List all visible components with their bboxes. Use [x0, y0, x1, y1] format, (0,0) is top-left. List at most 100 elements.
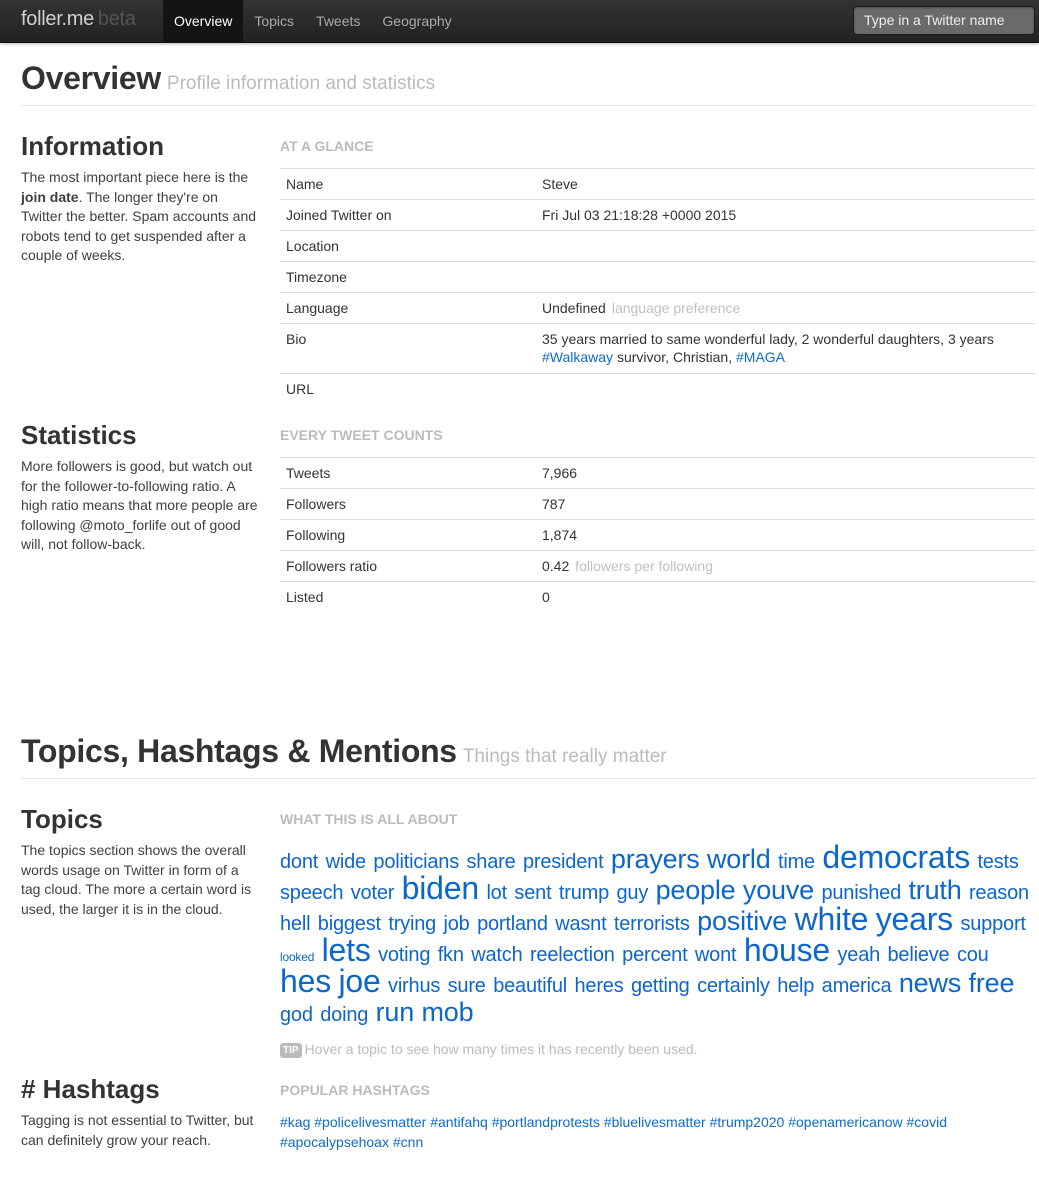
topic-tag-link[interactable]: democrats [822, 839, 970, 875]
brand-logo[interactable]: foller.me beta [21, 8, 136, 31]
topic-tag-link[interactable]: beautiful [493, 975, 567, 997]
topic-tag-link[interactable]: wasnt [555, 913, 606, 935]
topic-tag-link[interactable]: sent [514, 882, 551, 904]
row-value: 787 [536, 488, 1035, 520]
table-row: Listed 0 [280, 581, 1035, 612]
topic-tag-link[interactable]: hell [280, 913, 311, 935]
topic-tag-link[interactable]: doing [320, 1004, 368, 1026]
nav-item-topics[interactable]: Topics [243, 0, 305, 43]
topic-tag-link[interactable]: percent [622, 944, 688, 966]
main-nav: Overview Topics Tweets Geography [163, 0, 463, 43]
table-row: URL [280, 373, 1035, 404]
topic-tag-link[interactable]: virhus [388, 975, 440, 997]
topic-tag-link[interactable]: free [969, 968, 1015, 998]
info-desc-bold: join date [21, 188, 79, 205]
topic-tag-link[interactable]: hes [280, 963, 331, 999]
row-value: 1,874 [536, 519, 1035, 551]
topic-tag-link[interactable]: tests [977, 851, 1018, 873]
topic-tag-link[interactable]: voting [378, 944, 430, 966]
bio-hashtag-link[interactable]: #MAGA [736, 349, 785, 365]
topics-tip: TIP Hover a topic to see how many times i… [280, 1041, 1035, 1058]
twitter-name-search-input[interactable]: Type in a Twitter name [853, 6, 1035, 35]
topic-tag-link[interactable]: terrorists [614, 913, 690, 935]
topic-tag-link[interactable]: trying [388, 913, 436, 935]
topic-tag-link[interactable]: sure [448, 975, 486, 997]
topic-tag-link[interactable]: trump [559, 882, 609, 904]
table-row: Location [280, 230, 1035, 262]
topic-tag-link[interactable]: lot [486, 882, 507, 904]
topic-tag-link[interactable]: heres [574, 975, 623, 997]
topic-tag-link[interactable]: time [778, 851, 815, 873]
topic-tag-link[interactable]: years [876, 901, 953, 937]
statistics-table: Tweets 7,966 Followers 787 Following 1,874 … [280, 457, 1035, 612]
tip-badge: TIP [280, 1043, 302, 1058]
topic-tag-link[interactable]: house [744, 932, 830, 968]
topic-tag-link[interactable]: portland [477, 913, 548, 935]
topic-tag-link[interactable]: job [444, 913, 470, 935]
hashtag-link[interactable]: #covid [907, 1114, 947, 1130]
nav-item-geography[interactable]: Geography [371, 0, 462, 43]
topic-tag-link[interactable]: cou [957, 944, 989, 966]
hashtag-link[interactable]: #kag [280, 1114, 310, 1130]
hashtag-link[interactable]: #trump2020 [710, 1114, 785, 1130]
row-value: Undefined language preference [536, 292, 1035, 324]
row-value: Steve [536, 168, 1035, 200]
hashtags-description: Tagging is not essential to Twitter, but… [21, 1112, 254, 1148]
topic-tag-link[interactable]: mob [422, 997, 474, 1027]
topic-tag-link[interactable]: guy [616, 882, 648, 904]
profile-info-table: Name Steve Joined Twitter on Fri Jul 03 21… [280, 168, 1035, 404]
topic-tag-link[interactable]: speech [280, 882, 343, 904]
topic-tag-link[interactable]: america [822, 975, 892, 997]
bio-text: 35 years married to same wonderful lady,… [542, 331, 994, 347]
topic-tag-link[interactable]: voter [351, 882, 395, 904]
row-value: 7,966 [536, 457, 1035, 489]
popular-hashtags-list: #kag #policelivesmatter #antifahq #portl… [280, 1112, 980, 1152]
topic-tag-link[interactable]: believe [888, 944, 950, 966]
row-label: Tweets [280, 457, 536, 489]
table-row: Language Undefined language preference [280, 292, 1035, 324]
hashtag-link[interactable]: #cnn [393, 1134, 423, 1150]
topic-tag-link[interactable]: prayers [611, 844, 700, 874]
nav-item-overview[interactable]: Overview [163, 0, 244, 43]
hashtag-link[interactable]: #apocalypsehoax [280, 1134, 389, 1150]
hashtag-link[interactable]: #portlandprotests [492, 1114, 600, 1130]
statistics-description: More followers is good, but watch out fo… [21, 458, 258, 552]
topic-tag-link[interactable]: dont [280, 851, 318, 873]
row-label: Joined Twitter on [280, 199, 536, 231]
topic-tag-link[interactable]: looked [280, 950, 314, 964]
row-value [536, 261, 1035, 293]
hashtag-link[interactable]: #bluelivesmatter [604, 1114, 706, 1130]
information-sidebar: Information The most important piece her… [21, 131, 261, 266]
row-label: Bio [280, 323, 536, 374]
at-a-glance-title: At a glance [280, 138, 374, 154]
topic-tag-link[interactable]: wont [695, 944, 737, 966]
topic-tag-link[interactable]: joe [338, 963, 380, 999]
bio-hashtag-link[interactable]: #Walkaway [542, 349, 613, 365]
topic-tag-link[interactable]: president [523, 851, 604, 873]
topic-tag-link[interactable]: help [777, 975, 814, 997]
hashtag-link[interactable]: #openamericanow [788, 1114, 902, 1130]
topic-tag-link[interactable]: run [376, 997, 415, 1027]
topic-tag-link[interactable]: wide [326, 851, 367, 873]
topic-tag-link[interactable]: news [899, 968, 961, 998]
topic-tag-link[interactable]: reason [969, 882, 1029, 904]
topic-tag-link[interactable]: fkn [438, 944, 464, 966]
topic-tag-link[interactable]: biden [402, 870, 480, 906]
row-label: Following [280, 519, 536, 551]
topic-tag-link[interactable]: reelection [530, 944, 615, 966]
bio-text: survivor, Christian, [613, 349, 736, 365]
hashtag-link[interactable]: #antifahq [430, 1114, 488, 1130]
nav-item-tweets[interactable]: Tweets [305, 0, 371, 43]
ratio-value: 0.42 [542, 558, 570, 574]
topic-tag-link[interactable]: yeah [837, 944, 880, 966]
topic-tag-link[interactable]: world [707, 844, 771, 874]
topic-tag-link[interactable]: getting [631, 975, 690, 997]
topic-tag-link[interactable]: god [280, 1004, 313, 1026]
hashtags-sidebar: # Hashtags Tagging is not essential to T… [21, 1074, 261, 1150]
topic-tag-link[interactable]: support [960, 913, 1026, 935]
topic-tag-link[interactable]: people [656, 875, 736, 905]
topic-tag-link[interactable]: certainly [697, 975, 770, 997]
every-tweet-counts-panel: Every tweet counts Tweets 7,966 Followers… [280, 427, 1035, 612]
hashtag-link[interactable]: #policelivesmatter [314, 1114, 426, 1130]
topic-tag-link[interactable]: watch [471, 944, 522, 966]
